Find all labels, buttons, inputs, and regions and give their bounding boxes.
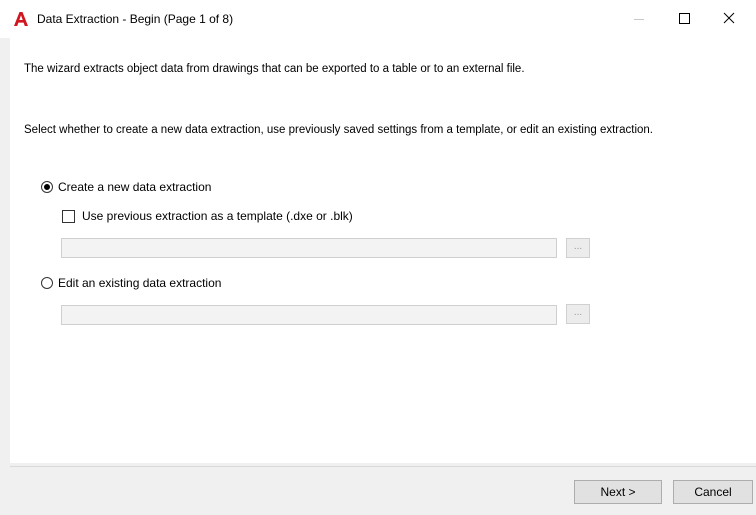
create-new-radio[interactable] [41,181,53,193]
edit-existing-radio[interactable] [41,277,53,289]
intro-text: The wizard extracts object data from dra… [24,63,525,75]
data-extraction-dialog: Data Extraction - Begin (Page 1 of 8) Th… [0,0,756,515]
template-path-field[interactable] [61,238,557,258]
template-browse-button[interactable]: ... [566,238,590,258]
close-icon [723,12,735,24]
edit-existing-extraction-option[interactable]: Edit an existing data extraction [41,275,221,291]
footer-divider [10,466,756,467]
maximize-button[interactable] [662,0,708,38]
create-new-extraction-option[interactable]: Create a new data extraction [41,179,211,195]
minimize-icon [634,19,644,20]
use-template-label: Use previous extraction as a template (.… [82,209,353,223]
existing-extraction-path-field[interactable] [61,305,557,325]
create-new-label: Create a new data extraction [58,180,212,194]
maximize-icon [679,13,690,24]
cancel-button[interactable]: Cancel [673,480,753,504]
use-template-option[interactable]: Use previous extraction as a template (.… [62,208,353,224]
use-template-checkbox[interactable] [62,209,75,223]
window-title: Data Extraction - Begin (Page 1 of 8) [37,12,234,26]
instruction-text: Select whether to create a new data extr… [24,124,653,136]
title-bar: Data Extraction - Begin (Page 1 of 8) [0,0,756,38]
close-button[interactable] [710,0,756,38]
edit-existing-label: Edit an existing data extraction [58,276,222,290]
wizard-content-pane: The wizard extracts object data from dra… [10,38,756,463]
next-button[interactable]: Next > [574,480,662,504]
existing-browse-button[interactable]: ... [566,304,590,324]
autocad-logo-icon [14,12,28,26]
minimize-button[interactable] [616,0,662,38]
